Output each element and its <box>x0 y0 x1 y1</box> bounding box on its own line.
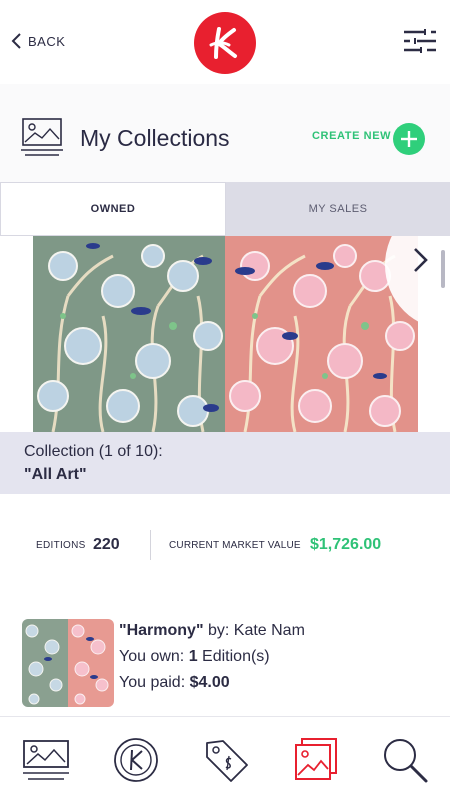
collection-label: Collection (1 of 10): <box>24 443 163 460</box>
artwork-image <box>33 236 226 432</box>
stats-divider <box>150 530 151 560</box>
filter-menu-icon[interactable] <box>402 28 438 54</box>
k-logo-icon[interactable] <box>194 12 256 74</box>
collection-tabs: OWNED MY SALES <box>0 182 450 236</box>
item-own-suffix: Edition(s) <box>197 648 270 665</box>
collections-header: My Collections CREATE NEW <box>0 84 450 182</box>
coin-k-icon[interactable] <box>111 735 161 785</box>
collection-gallery-icon <box>20 117 64 157</box>
tab-owned[interactable]: OWNED <box>0 182 226 236</box>
scrollbar[interactable] <box>441 250 445 288</box>
item-title: "Harmony" <box>119 622 204 639</box>
price-tag-icon[interactable] <box>201 735 251 785</box>
editions-label: EDITIONS <box>36 540 86 551</box>
chevron-right-icon <box>414 248 428 272</box>
list-item[interactable]: "Harmony" by: Kate Nam You own: 1 Editio… <box>0 598 450 716</box>
item-paid-label: You paid: <box>119 674 190 691</box>
search-icon[interactable] <box>380 735 430 785</box>
create-new-link[interactable]: CREATE NEW <box>312 130 391 142</box>
chevron-left-icon <box>11 33 21 49</box>
item-paid-value: $4.00 <box>189 674 230 691</box>
collection-info: Collection (1 of 10): "All Art" <box>0 432 450 494</box>
item-paid-line: You paid: $4.00 <box>119 674 230 692</box>
plus-icon <box>401 131 417 147</box>
collection-icon[interactable] <box>291 735 341 785</box>
add-collection-button[interactable] <box>393 123 425 155</box>
market-value: $1,726.00 <box>310 536 382 553</box>
tab-my-sales[interactable]: MY SALES <box>226 182 450 236</box>
editions-value: 220 <box>93 536 120 553</box>
back-label: BACK <box>28 33 66 49</box>
market-value-label: CURRENT MARKET VALUE <box>169 540 301 551</box>
artwork-thumbnail <box>22 619 114 707</box>
collection-name: "All Art" <box>24 466 87 483</box>
item-title-line: "Harmony" by: Kate Nam <box>119 622 305 640</box>
item-own-value: 1 <box>188 648 198 665</box>
gallery-icon[interactable] <box>21 735 71 785</box>
collection-stats: EDITIONS 220 CURRENT MARKET VALUE $1,726… <box>0 494 450 598</box>
item-artist: by: Kate Nam <box>203 622 305 639</box>
artwork-carousel[interactable] <box>0 236 450 432</box>
page-title: My Collections <box>80 125 230 151</box>
item-own-label: You own: <box>119 648 189 665</box>
bottom-nav <box>0 716 450 800</box>
back-button[interactable]: BACK <box>10 28 65 54</box>
top-bar: BACK <box>0 0 450 84</box>
item-own-line: You own: 1 Edition(s) <box>119 648 270 666</box>
